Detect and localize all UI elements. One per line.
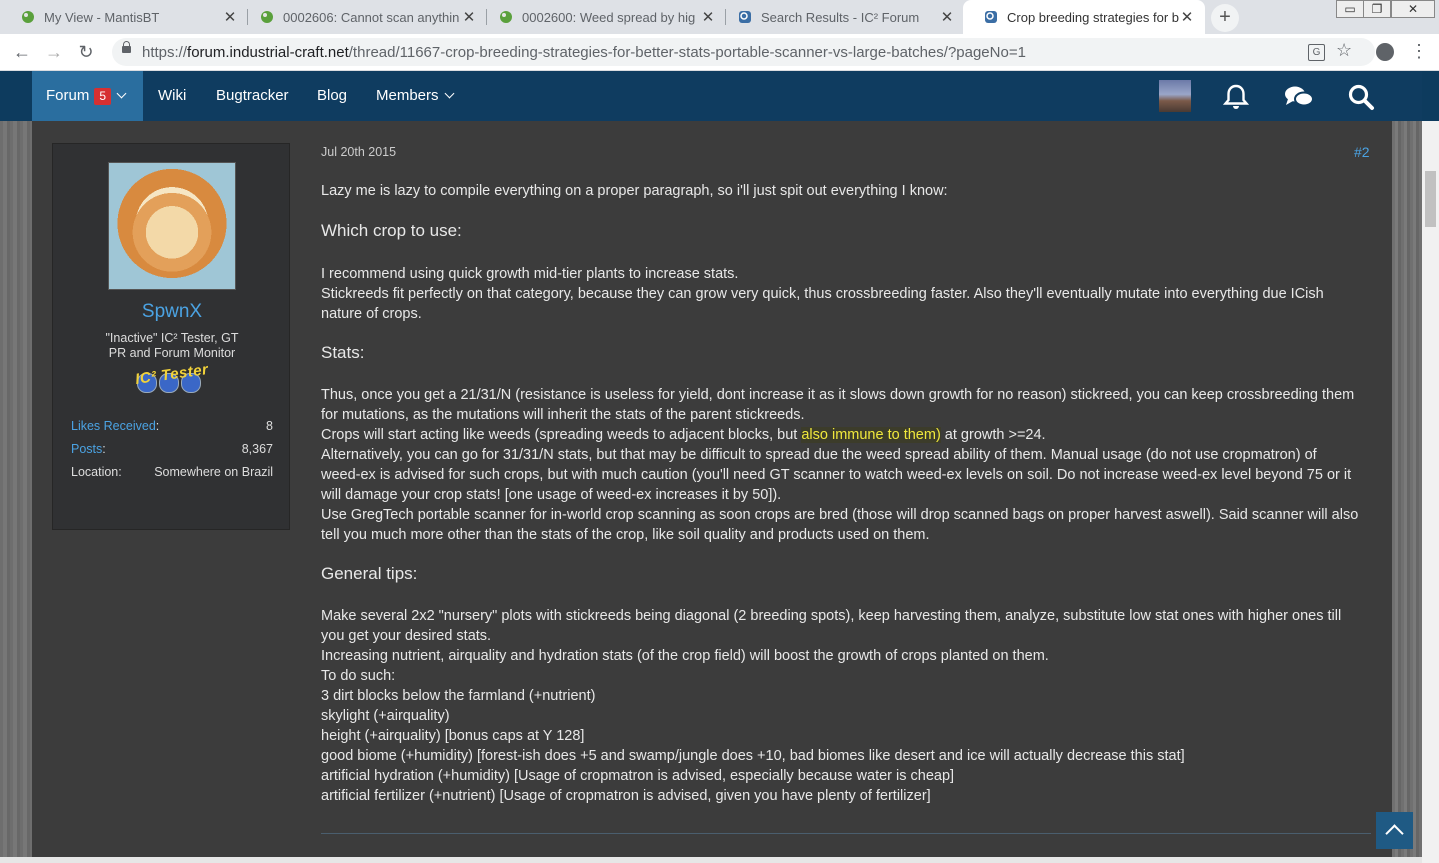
tab-close-icon[interactable]: ✕ bbox=[939, 8, 955, 26]
new-tab-button[interactable]: + bbox=[1211, 4, 1239, 32]
stat-label: Location: bbox=[71, 465, 122, 479]
stat-value: 8 bbox=[266, 419, 273, 433]
tab-title: My View - MantisBT bbox=[44, 9, 160, 25]
scrollbar[interactable] bbox=[1422, 121, 1439, 863]
tab-close-icon[interactable]: ✕ bbox=[1179, 8, 1195, 26]
forward-icon[interactable]: → bbox=[42, 41, 66, 63]
post-text: Crops will start acting like weeds (spre… bbox=[321, 427, 1046, 443]
post-text: nature of crops. bbox=[321, 306, 422, 322]
post-text: Stickreeds fit perfectly on that categor… bbox=[321, 286, 1324, 302]
post-text: tell you much more other than the stats … bbox=[321, 527, 930, 543]
nav-forum[interactable]: Forum 5 bbox=[32, 71, 143, 121]
post-text: skylight (+airquality) bbox=[321, 708, 450, 724]
section-heading: General tips: bbox=[321, 564, 418, 583]
nav-wiki[interactable]: Wiki bbox=[158, 71, 186, 121]
post-text: 3 dirt blocks below the farmland (+nutri… bbox=[321, 688, 596, 704]
mantis-favicon-icon bbox=[261, 11, 273, 23]
post-text: Lazy me is lazy to compile everything on… bbox=[321, 183, 948, 199]
conversations-icon[interactable] bbox=[1284, 83, 1314, 111]
mantis-favicon-icon bbox=[500, 11, 512, 23]
tab-title: 0002600: Weed spread by hig bbox=[522, 9, 696, 25]
profile-icon[interactable] bbox=[1376, 43, 1394, 61]
minimize-button[interactable]: ▭ bbox=[1336, 0, 1364, 18]
post-text: Thus, once you get a 21/31/N (resistance… bbox=[321, 387, 1355, 403]
post-text: weed-ex is advised for such crops, but w… bbox=[321, 467, 1352, 483]
user-avatar[interactable] bbox=[1159, 80, 1191, 112]
lock-icon bbox=[122, 41, 131, 53]
post-permalink[interactable]: #2 bbox=[1354, 144, 1370, 160]
stat-posts: Posts: 8,367 bbox=[71, 440, 273, 458]
stat-label[interactable]: Likes Received: bbox=[71, 417, 159, 435]
tab-search-results[interactable]: Search Results - IC² Forum ✕ bbox=[717, 0, 965, 34]
post-text: you get your desired stats. bbox=[321, 628, 492, 644]
close-window-button[interactable]: ✕ bbox=[1391, 0, 1435, 18]
section-heading: Stats: bbox=[321, 343, 365, 362]
mantis-favicon-icon bbox=[22, 11, 34, 23]
stat-likes: Likes Received: 8 bbox=[71, 417, 273, 435]
post-text: height (+airquality) [bonus caps at Y 12… bbox=[321, 728, 585, 744]
post-content: Lazy me is lazy to compile everything on… bbox=[321, 181, 1371, 806]
section-heading: Which crop to use: bbox=[321, 221, 462, 240]
tab-close-icon[interactable]: ✕ bbox=[222, 8, 238, 26]
user-title: "Inactive" IC² Tester, GT PR and Forum M… bbox=[105, 331, 239, 360]
search-icon[interactable] bbox=[1347, 83, 1375, 111]
browser-toolbar: ← → ↻ https://forum.industrial-craft.net… bbox=[0, 34, 1439, 71]
author-name[interactable]: SpwnX bbox=[53, 301, 291, 323]
scroll-to-top-button[interactable] bbox=[1376, 812, 1413, 849]
address-bar[interactable]: https://forum.industrial-craft.net/threa… bbox=[112, 38, 1375, 66]
post-text: Use GregTech portable scanner for in-wor… bbox=[321, 507, 1359, 523]
url-text[interactable]: https://forum.industrial-craft.net/threa… bbox=[142, 44, 1026, 61]
stat-value: Somewhere on Brazil bbox=[154, 465, 273, 479]
stat-value: 8,367 bbox=[241, 442, 273, 456]
page-background-left bbox=[0, 121, 32, 863]
bell-icon[interactable] bbox=[1222, 83, 1250, 111]
tab-close-icon[interactable]: ✕ bbox=[461, 8, 477, 26]
restore-button[interactable]: ❐ bbox=[1363, 0, 1391, 18]
post-text: Make several 2x2 "nursery" plots with st… bbox=[321, 608, 1342, 624]
reload-icon[interactable]: ↻ bbox=[74, 41, 98, 63]
tab-crop-breeding[interactable]: Crop breeding strategies for b ✕ bbox=[963, 0, 1205, 34]
chevron-down-icon bbox=[444, 88, 454, 99]
tab-title: Search Results - IC² Forum bbox=[761, 9, 920, 25]
tab-title: Crop breeding strategies for b bbox=[1007, 9, 1179, 25]
post-text: for mutations, as the mutations will inh… bbox=[321, 407, 805, 423]
highlighted-text: also immune to them) bbox=[801, 427, 941, 443]
star-icon[interactable]: ☆ bbox=[1336, 40, 1352, 61]
scrollbar-thumb[interactable] bbox=[1425, 171, 1436, 227]
menu-dots-icon[interactable]: ⋮ bbox=[1410, 40, 1428, 62]
author-avatar[interactable] bbox=[108, 162, 236, 290]
translate-icon[interactable]: G bbox=[1308, 44, 1325, 61]
post-text: good biome (+humidity) [forest-ish does … bbox=[321, 748, 1185, 764]
notification-badge: 5 bbox=[94, 88, 112, 105]
site-navbar: Forum 5 Wiki Bugtracker Blog Members bbox=[0, 71, 1439, 121]
nav-bugtracker[interactable]: Bugtracker bbox=[216, 71, 289, 121]
post-text: artificial hydration (+humidity) [Usage … bbox=[321, 768, 955, 784]
back-icon[interactable]: ← bbox=[10, 41, 34, 63]
post-date[interactable]: Jul 20th 2015 bbox=[321, 145, 396, 159]
tab-mantis-2606[interactable]: 0002606: Cannot scan anythin ✕ bbox=[239, 0, 487, 34]
author-sidebar: SpwnX "Inactive" IC² Tester, GT PR and F… bbox=[52, 143, 290, 530]
post-text: I recommend using quick growth mid-tier … bbox=[321, 266, 739, 282]
tab-title: 0002606: Cannot scan anythin bbox=[283, 9, 460, 25]
tab-mantis-myview[interactable]: My View - MantisBT ✕ bbox=[0, 0, 248, 34]
post-text: To do such: bbox=[321, 668, 396, 684]
post-text: Alternatively, you can go for 31/31/N st… bbox=[321, 447, 1317, 463]
page-background-right bbox=[1392, 121, 1422, 863]
tab-mantis-2600[interactable]: 0002600: Weed spread by hig ✕ bbox=[478, 0, 726, 34]
post-text: Increasing nutrient, airquality and hydr… bbox=[321, 648, 1049, 664]
nav-members[interactable]: Members bbox=[376, 71, 454, 121]
nav-blog[interactable]: Blog bbox=[317, 71, 347, 121]
browser-bottom-edge bbox=[0, 857, 1422, 863]
post-text: will damage your crop stats! [one usage … bbox=[321, 487, 782, 503]
ic2-favicon-icon bbox=[985, 11, 997, 23]
stat-location: Location: Somewhere on Brazil bbox=[71, 463, 273, 481]
rank-badge: IC² Tester bbox=[134, 361, 209, 393]
chevron-down-icon bbox=[116, 88, 127, 99]
ic2-favicon-icon bbox=[739, 11, 751, 23]
post-divider bbox=[321, 833, 1371, 834]
browser-tabstrip: My View - MantisBT ✕ 0002606: Cannot sca… bbox=[0, 0, 1439, 34]
tab-close-icon[interactable]: ✕ bbox=[700, 8, 716, 26]
stat-label[interactable]: Posts: bbox=[71, 440, 106, 458]
post-text: artificial fertilizer (+nutrient) [Usage… bbox=[321, 788, 931, 804]
